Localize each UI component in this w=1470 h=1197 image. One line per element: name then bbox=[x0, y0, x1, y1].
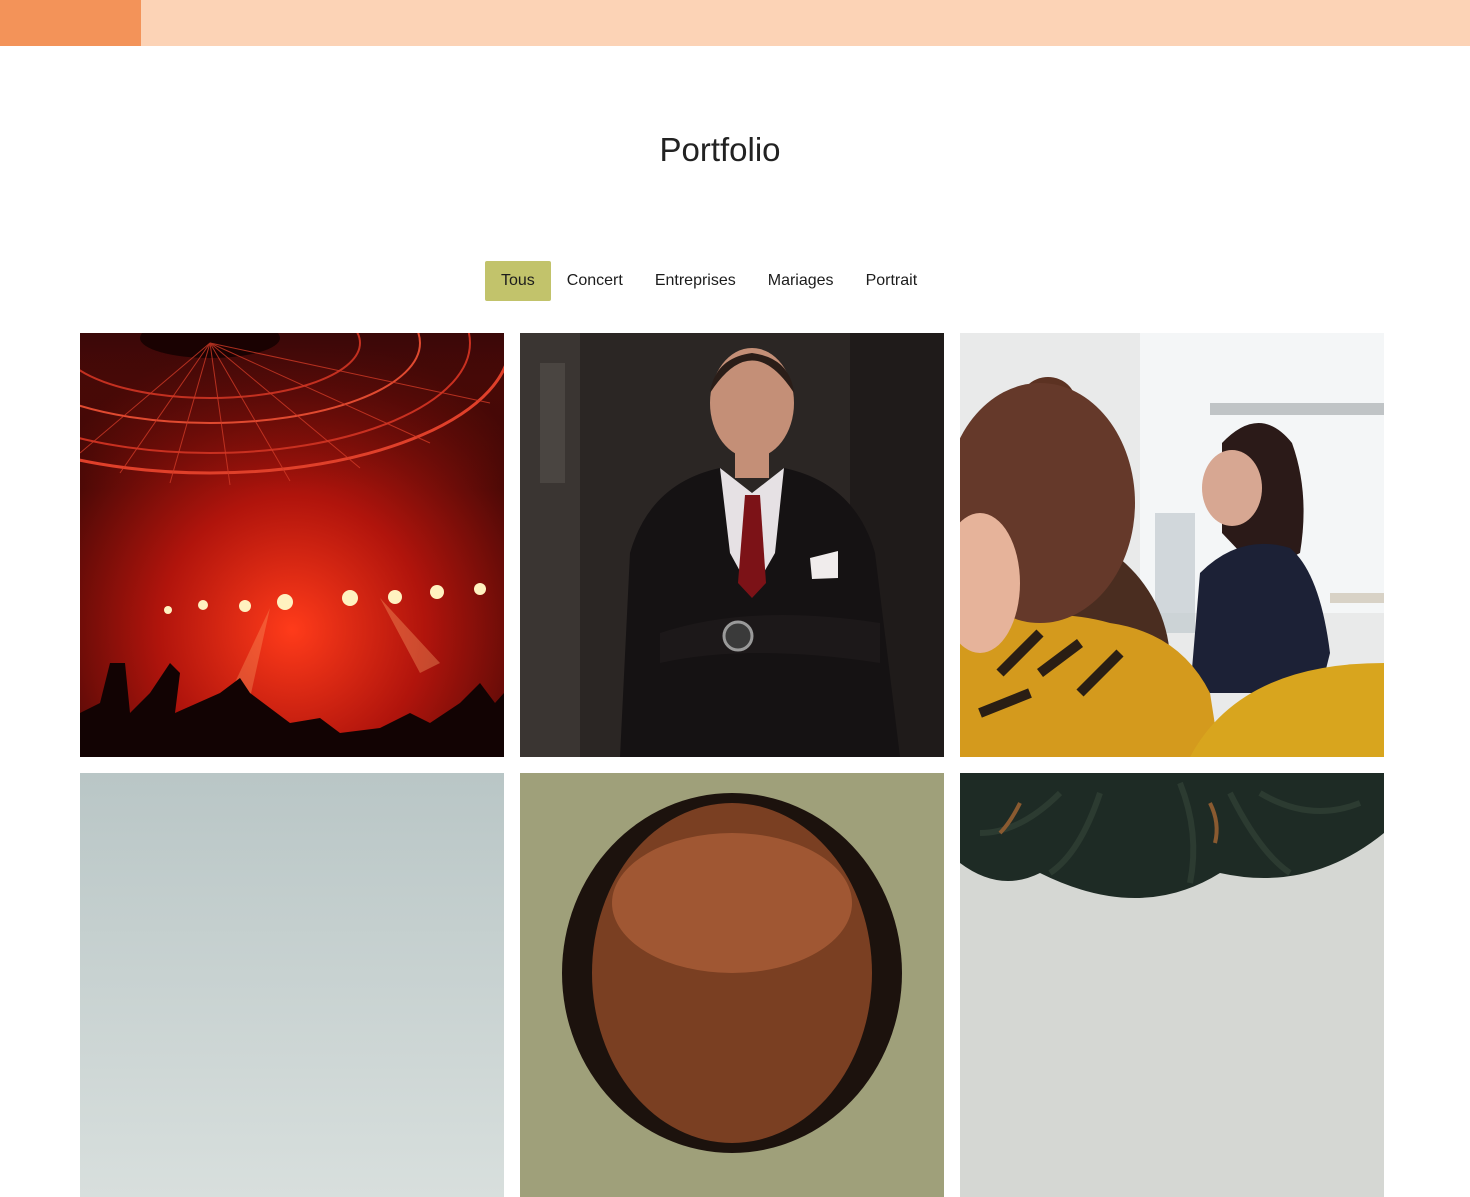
filter-weddings[interactable]: Mariages bbox=[752, 261, 850, 301]
portfolio-gallery bbox=[80, 333, 1384, 1197]
portfolio-filters: Tous Concert Entreprises Mariages Portra… bbox=[485, 261, 933, 301]
filter-companies[interactable]: Entreprises bbox=[639, 261, 752, 301]
filter-portrait[interactable]: Portrait bbox=[850, 261, 934, 301]
filter-concert[interactable]: Concert bbox=[551, 261, 639, 301]
palm-trees-photo[interactable] bbox=[960, 773, 1384, 1197]
filter-all[interactable]: Tous bbox=[485, 261, 551, 301]
top-bar-accent bbox=[0, 0, 141, 46]
top-bar bbox=[0, 0, 1470, 46]
man-portrait-photo[interactable] bbox=[520, 773, 944, 1197]
concert-stage-photo[interactable] bbox=[80, 333, 504, 757]
sky-photo[interactable] bbox=[80, 773, 504, 1197]
page-title: Portfolio bbox=[659, 131, 781, 169]
office-meeting-photo[interactable] bbox=[960, 333, 1384, 757]
businessman-portrait-photo[interactable] bbox=[520, 333, 944, 757]
